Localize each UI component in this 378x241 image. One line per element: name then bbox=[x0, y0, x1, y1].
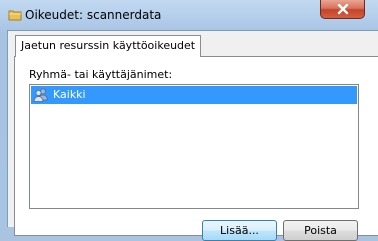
user-list[interactable]: Kaikki bbox=[29, 84, 359, 209]
users-icon bbox=[33, 87, 49, 106]
list-item[interactable]: Kaikki bbox=[31, 86, 357, 104]
remove-button[interactable]: Poista bbox=[283, 220, 358, 241]
add-button[interactable]: Lisää... bbox=[202, 220, 277, 241]
close-button[interactable] bbox=[320, 0, 365, 19]
tab-share-permissions[interactable]: Jaetun resurssin käyttöoikeudet bbox=[15, 35, 202, 57]
dialog-window: Oikeudet: scannerdata Jaetun resurssin k… bbox=[0, 0, 378, 241]
list-item-label: Kaikki bbox=[53, 88, 86, 101]
folder-icon bbox=[8, 8, 22, 22]
group-user-names-label: Ryhmä- tai käyttäjänimet: bbox=[29, 68, 173, 81]
dialog-client-area: Jaetun resurssin käyttöoikeudet Ryhmä- t… bbox=[7, 30, 378, 241]
tab-page: Ryhmä- tai käyttäjänimet: Kaikki Lisää..… bbox=[14, 56, 378, 241]
title-bar[interactable]: Oikeudet: scannerdata bbox=[0, 0, 378, 30]
window-title: Oikeudet: scannerdata bbox=[25, 8, 162, 22]
close-icon bbox=[337, 4, 349, 15]
